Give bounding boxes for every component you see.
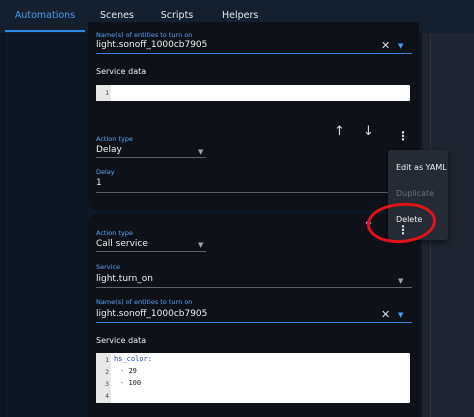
line-number: 2 bbox=[105, 368, 109, 376]
service-underline bbox=[96, 287, 412, 288]
action-type-label: Action type bbox=[96, 229, 133, 237]
tab-automations[interactable]: Automations bbox=[5, 0, 85, 33]
code-line-2: - 29 bbox=[120, 367, 137, 375]
line-number: 3 bbox=[105, 380, 109, 388]
line-number: 1 bbox=[105, 356, 109, 364]
action-type-underline bbox=[96, 157, 206, 158]
entities-label: Name(s) of entities to turn on bbox=[96, 31, 193, 39]
entities-value[interactable]: light.sonoff_1000cb7905 bbox=[96, 40, 207, 50]
delay-label: Delay bbox=[96, 168, 115, 176]
clear-icon[interactable]: ✕ bbox=[381, 309, 390, 320]
left-edge bbox=[0, 33, 6, 417]
service-data-editor[interactable]: 1 bbox=[96, 85, 410, 101]
action-card-delay: Action type Delay ▼ ↑ ↓ ⋮ Delay 1 bbox=[88, 122, 419, 210]
delay-underline bbox=[96, 192, 391, 193]
code-line-1: hs_color: bbox=[114, 355, 152, 363]
menu-item-edit-yaml[interactable]: Edit as YAML bbox=[396, 163, 447, 172]
clear-icon[interactable]: ✕ bbox=[381, 40, 390, 51]
menu-item-duplicate: Duplicate bbox=[396, 189, 435, 198]
chevron-down-icon[interactable]: ▼ bbox=[398, 278, 403, 285]
action-type-value[interactable]: Delay bbox=[96, 145, 122, 155]
entities-underline bbox=[96, 53, 412, 54]
service-label: Service bbox=[96, 263, 121, 271]
action-type-value[interactable]: Call service bbox=[96, 239, 148, 249]
chevron-down-icon[interactable]: ▼ bbox=[398, 312, 403, 319]
service-data-editor[interactable]: 1 2 3 4 hs_color: - 29 - 100 bbox=[96, 353, 410, 403]
overflow-menu-icon[interactable]: ⋮ bbox=[397, 130, 409, 142]
action-card-call-service-partial: Name(s) of entities to turn on light.son… bbox=[88, 22, 419, 137]
service-data-label: Service data bbox=[96, 336, 147, 345]
action-card-call-service: Action type Call service ▼ ↑ Service lig… bbox=[88, 214, 419, 417]
entities-label: Name(s) of entities to turn on bbox=[96, 298, 193, 306]
chevron-down-icon[interactable]: ▼ bbox=[198, 149, 203, 156]
arrow-up-icon[interactable]: ↑ bbox=[334, 125, 345, 138]
entities-underline bbox=[96, 322, 412, 323]
code-line-3: - 100 bbox=[120, 379, 142, 387]
action-type-label: Action type bbox=[96, 135, 133, 143]
chevron-down-icon[interactable]: ▼ bbox=[198, 242, 203, 249]
arrow-down-icon[interactable]: ↓ bbox=[363, 125, 374, 138]
delay-value[interactable]: 1 bbox=[96, 178, 102, 188]
service-data-label: Service data bbox=[96, 67, 147, 76]
entities-value[interactable]: light.sonoff_1000cb7905 bbox=[96, 309, 207, 319]
action-type-underline bbox=[96, 251, 206, 252]
chevron-down-icon[interactable]: ▼ bbox=[398, 43, 403, 50]
service-value[interactable]: light.turn_on bbox=[96, 274, 153, 284]
line-number: 4 bbox=[105, 392, 109, 400]
active-tab-indicator bbox=[5, 30, 85, 32]
line-number: 1 bbox=[105, 89, 109, 97]
